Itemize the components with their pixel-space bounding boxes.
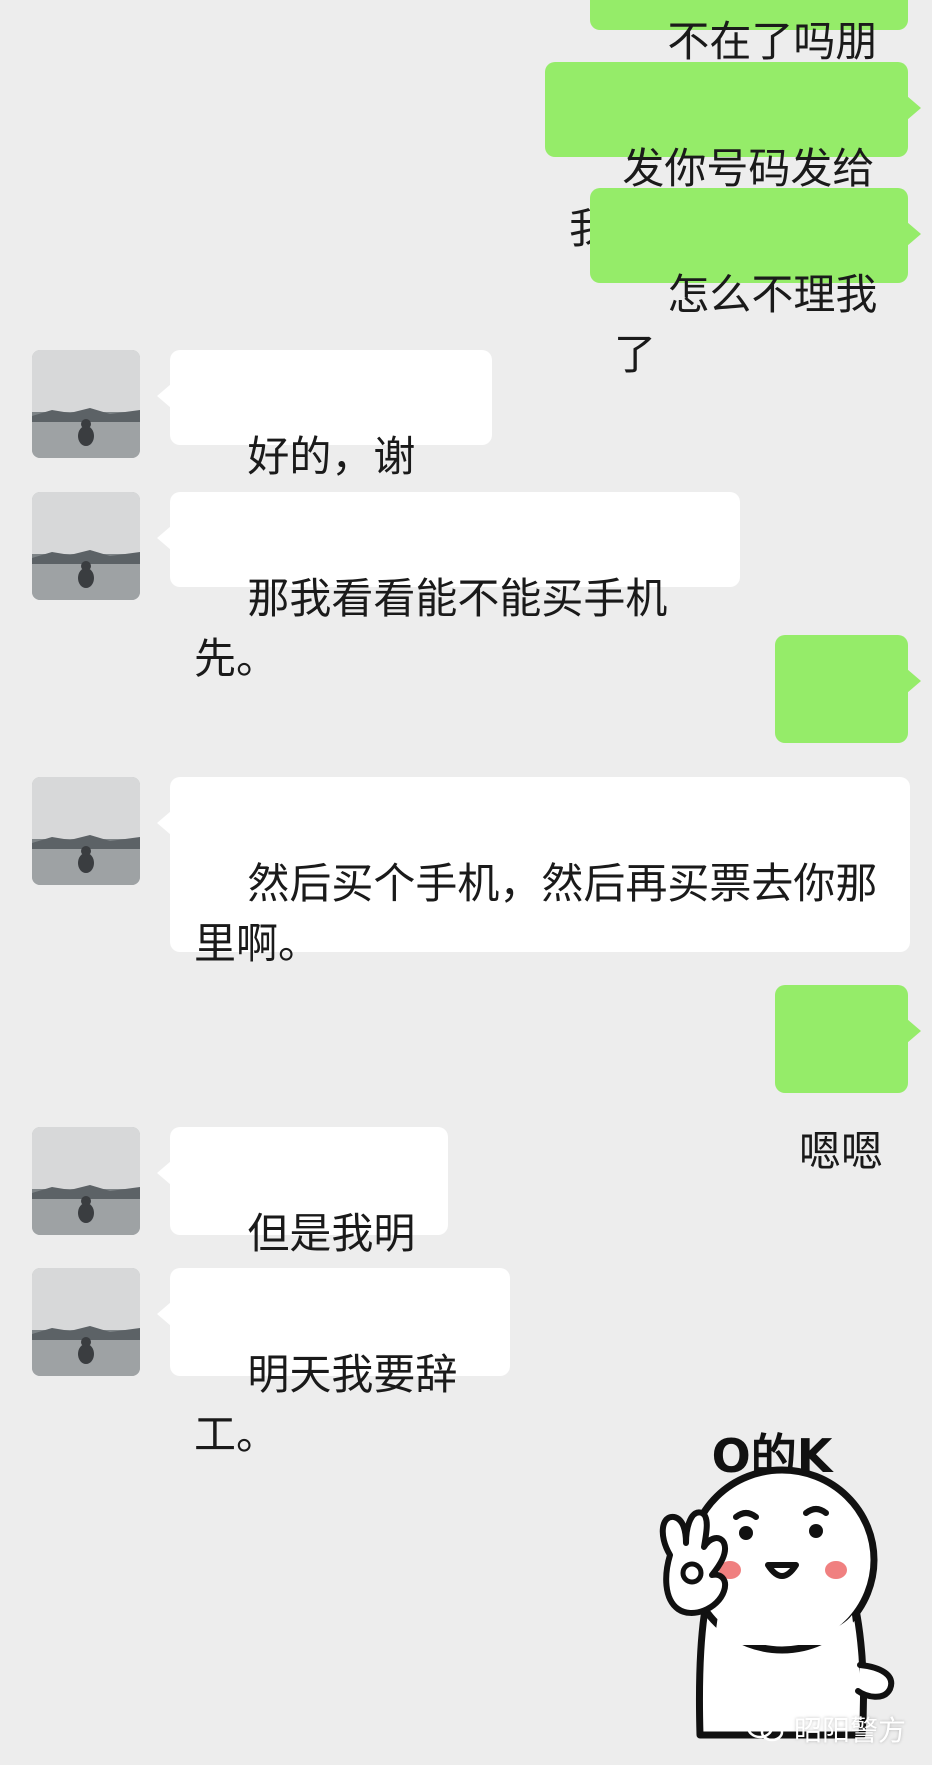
avatar-landscape-image — [32, 1127, 140, 1235]
contact-avatar[interactable] — [32, 350, 140, 458]
chat-area: 不在了吗朋友 发你号码发给我 怎么不理我了 好的，谢谢！ — [0, 0, 932, 1765]
message-bubble-outgoing[interactable]: 发你号码发给我 — [545, 62, 921, 253]
wechat-channel-icon — [746, 1715, 784, 1742]
message-text: 明天我要辞工。 — [194, 1350, 458, 1459]
contact-avatar[interactable] — [32, 1127, 140, 1235]
contact-avatar[interactable] — [32, 492, 140, 600]
ok-hand-emoji-sticker[interactable] — [640, 1405, 900, 1745]
avatar-landscape-image — [32, 350, 140, 458]
message-bubble-outgoing[interactable]: 怎么不理我了 — [590, 188, 921, 379]
message-text: 那我看看能不能买手机先。 — [194, 574, 668, 683]
message-text: 嗯嗯 — [799, 1127, 884, 1176]
avatar-landscape-image — [32, 1268, 140, 1376]
message-bubble-outgoing[interactable]: 不在了吗朋友 — [590, 0, 908, 126]
avatar-landscape-image — [32, 777, 140, 885]
avatar-landscape-image — [32, 492, 140, 600]
smiley-character-icon — [659, 1466, 895, 1739]
contact-avatar[interactable] — [32, 777, 140, 885]
watermark: 昭阳警方 — [746, 1709, 906, 1749]
message-bubble-incoming[interactable]: 好的，谢谢！ — [157, 350, 492, 541]
message-bubble-incoming[interactable]: 但是我明天 — [157, 1127, 448, 1318]
message-text: 然后买个手机，然后再买票去你那里啊。 — [194, 859, 878, 968]
message-bubble-incoming[interactable]: 那我看看能不能买手机先。 — [157, 492, 740, 683]
message-text: 怎么不理我了 — [614, 270, 878, 379]
contact-avatar[interactable] — [32, 1268, 140, 1376]
message-bubble-incoming[interactable]: 明天我要辞工。 — [157, 1268, 510, 1459]
watermark-text: 昭阳警方 — [793, 1714, 906, 1747]
message-bubble-outgoing[interactable]: 嗯嗯 — [775, 635, 921, 826]
message-bubble-outgoing[interactable]: 嗯嗯 — [775, 985, 921, 1176]
message-bubble-incoming[interactable]: 然后买个手机，然后再买票去你那里啊。 — [157, 777, 910, 968]
